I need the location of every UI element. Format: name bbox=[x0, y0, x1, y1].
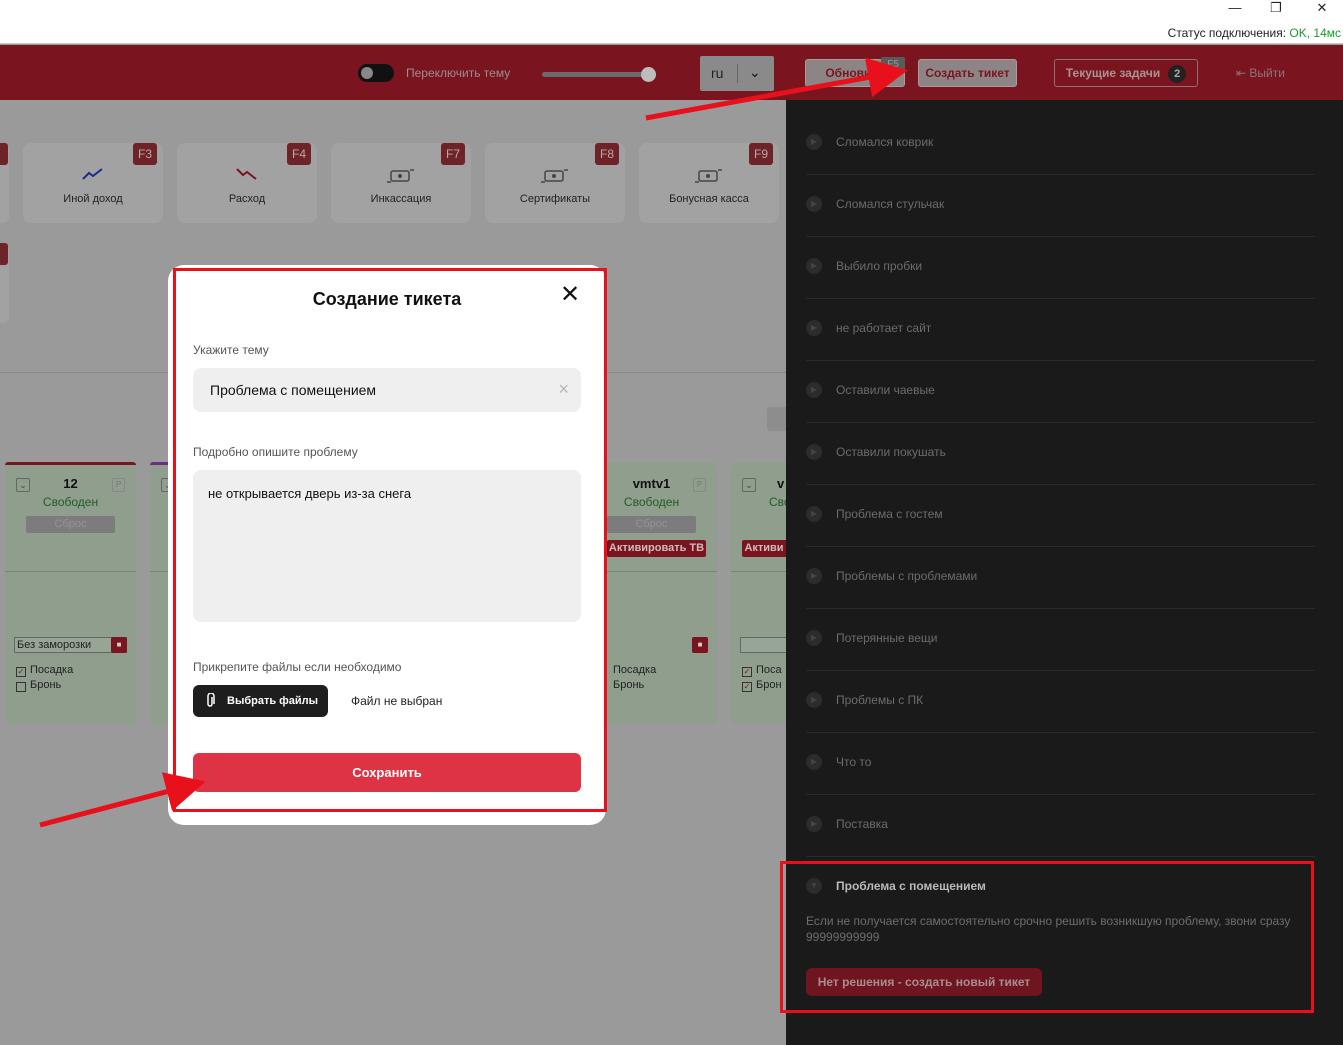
annotation-arrows bbox=[39, 57, 908, 828]
annotation-arrow bbox=[645, 57, 908, 121]
annotation-arrow bbox=[39, 772, 206, 828]
